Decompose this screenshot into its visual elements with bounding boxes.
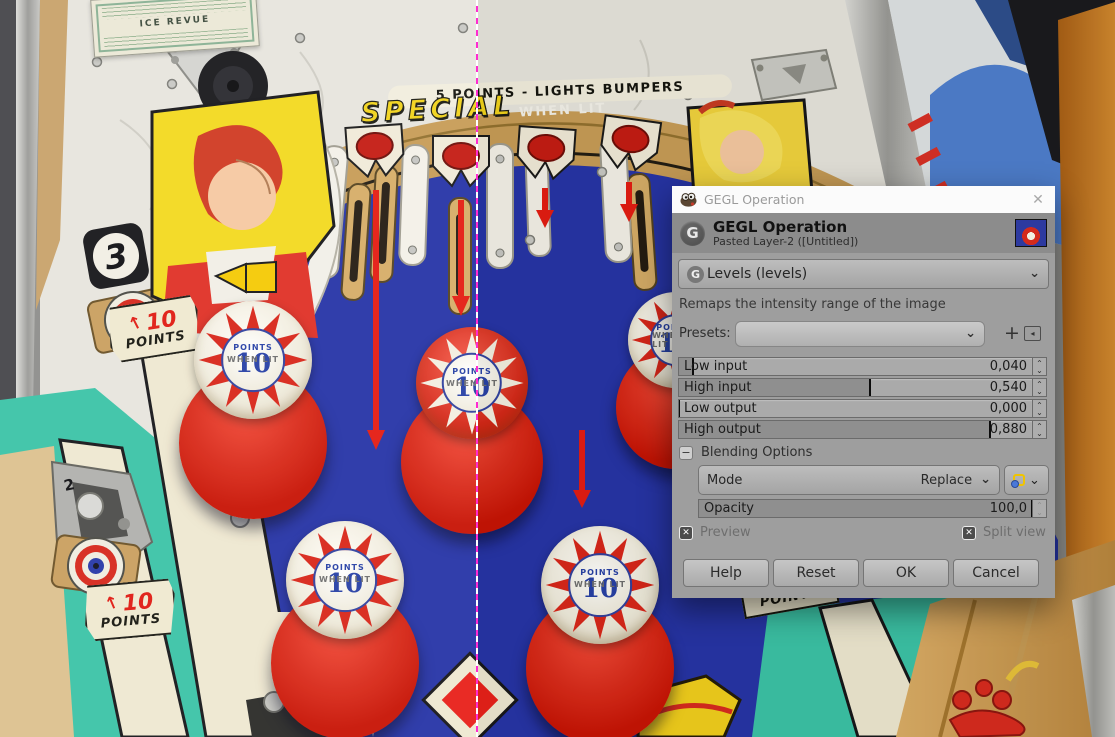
presets-select[interactable]: ⌄	[735, 321, 985, 347]
preset-menu-button[interactable]: ◂	[1024, 326, 1041, 341]
preview-label: Preview	[700, 525, 751, 540]
ball-number-badge: 3	[81, 221, 151, 291]
gimp-wilber-icon	[680, 192, 697, 207]
slider-value: 0,040	[989, 359, 1027, 374]
slider-label: Low input	[684, 359, 748, 374]
spinner-buttons[interactable]: ⌃ ⌄	[1033, 399, 1047, 418]
ball-number: 3	[89, 229, 143, 283]
high-input-slider[interactable]: High input 0,540 ⌃ ⌄	[678, 378, 1047, 397]
bumper-cap: POINTS 10 WHEN LIT	[416, 327, 528, 439]
bumper-text-bottom: WHEN LIT	[446, 378, 498, 388]
mode-value: Replace	[920, 472, 973, 488]
screenshot-stage: 5 POINTS - LIGHTS BUMPERS SPECIAL WHEN L…	[0, 0, 1115, 737]
preview-checkbox[interactable]: ✕ Preview	[679, 525, 751, 540]
split-view-checkbox[interactable]: ✕ Split view	[962, 525, 1046, 540]
add-preset-button[interactable]: +	[1002, 320, 1022, 346]
mode-select[interactable]: Mode Replace ⌄	[698, 465, 1000, 495]
presets-label: Presets:	[679, 326, 731, 341]
dialog-heading: GEGL Operation	[713, 217, 848, 236]
operation-select-value: Levels (levels)	[707, 266, 808, 282]
slider-label: Low output	[684, 401, 757, 416]
switch-mode-icon	[1011, 474, 1026, 488]
dialog-title: GEGL Operation	[704, 192, 805, 207]
bumper-text-bottom: WHEN LIT	[227, 355, 279, 365]
ok-button[interactable]: OK	[863, 559, 949, 587]
operation-description: Remaps the intensity range of the image	[679, 297, 946, 312]
close-icon[interactable]: ✕	[1029, 191, 1047, 209]
slider-value: 0,880	[989, 422, 1027, 437]
gegl-operation-dialog: GEGL Operation ✕ G GEGL Operation Pasted…	[672, 186, 1055, 598]
split-view-divider[interactable]	[476, 0, 478, 737]
pop-bumper-red: POINTS 10 WHEN LIT	[401, 327, 543, 534]
help-button[interactable]: Help	[683, 559, 769, 587]
slider-label: Opacity	[704, 501, 755, 516]
gegl-logo-icon: G	[680, 220, 705, 246]
ten-points-sign: ↑ 10 POINTS	[82, 578, 179, 642]
dialog-subtitle: Pasted Layer-2 ([Untitled])	[713, 234, 859, 248]
checkbox-checked-icon: ✕	[679, 525, 693, 540]
collapse-icon[interactable]: −	[679, 445, 693, 460]
bumper-cap: POINTS 10 WHEN LIT	[194, 301, 312, 419]
reset-button[interactable]: Reset	[773, 559, 859, 587]
slider-label: High input	[684, 380, 752, 395]
layer-thumbnail	[1015, 219, 1047, 247]
bumper-cap: POINTS 10 WHEN LIT	[541, 526, 659, 644]
spinner-buttons[interactable]: ⌃ ⌄	[1033, 357, 1047, 376]
pop-bumper: POINTS 10 WHEN LIT	[178, 301, 328, 520]
chevron-down-icon: ⌄	[1029, 472, 1040, 488]
chevron-down-icon: ⌄	[965, 326, 976, 341]
bumper-text-bottom: WHEN LIT	[574, 580, 626, 590]
checkbox-checked-icon: ✕	[962, 525, 976, 540]
blending-options-expander[interactable]: − Blending Options	[679, 445, 812, 460]
split-view-label: Split view	[983, 525, 1046, 540]
slider-value: 0,540	[989, 380, 1027, 395]
slider-label: High output	[684, 422, 761, 437]
chevron-down-icon: ⌄	[980, 472, 991, 487]
mode-switch-button[interactable]: ⌄	[1004, 465, 1049, 495]
slider-value: 0,000	[989, 401, 1027, 416]
low-output-slider[interactable]: Low output 0,000 ⌃ ⌄	[678, 399, 1047, 418]
spinner-buttons[interactable]: ⌃ ⌄	[1033, 378, 1047, 397]
bumper-text-bottom: WHEN LIT	[319, 575, 371, 585]
pop-bumper: POINTS 10 WHEN LIT	[270, 521, 420, 737]
slider-value: 100,0	[989, 501, 1027, 516]
low-input-slider[interactable]: Low input 0,040 ⌃ ⌄	[678, 357, 1047, 376]
blending-options-label: Blending Options	[701, 445, 813, 460]
up-arrow-icon: ↑	[101, 591, 123, 616]
high-output-slider[interactable]: High output 0,880 ⌃ ⌄	[678, 420, 1047, 439]
operation-select[interactable]: G Levels (levels) ⌄	[678, 259, 1049, 289]
spinner-buttons[interactable]: ⌃ ⌄	[1033, 420, 1047, 439]
up-arrow-icon: ↑	[125, 311, 147, 337]
card-fine-print	[103, 27, 249, 48]
gegl-mini-icon: G	[687, 265, 704, 283]
bumper-cap: POINTS 10 WHEN LIT	[286, 521, 404, 639]
spinner-buttons[interactable]: ⌃ ⌄	[1033, 499, 1047, 518]
cancel-button[interactable]: Cancel	[953, 559, 1039, 587]
mode-label: Mode	[707, 472, 743, 488]
opacity-slider[interactable]: Opacity 100,0 ⌃ ⌄	[698, 499, 1047, 518]
dialog-titlebar[interactable]: GEGL Operation ✕	[672, 186, 1055, 213]
chevron-down-icon: ⌄	[1029, 266, 1040, 281]
pop-bumper: POINTS 10 WHEN LIT	[525, 526, 675, 737]
dialog-header: G GEGL Operation Pasted Layer-2 ([Untitl…	[672, 213, 1055, 253]
